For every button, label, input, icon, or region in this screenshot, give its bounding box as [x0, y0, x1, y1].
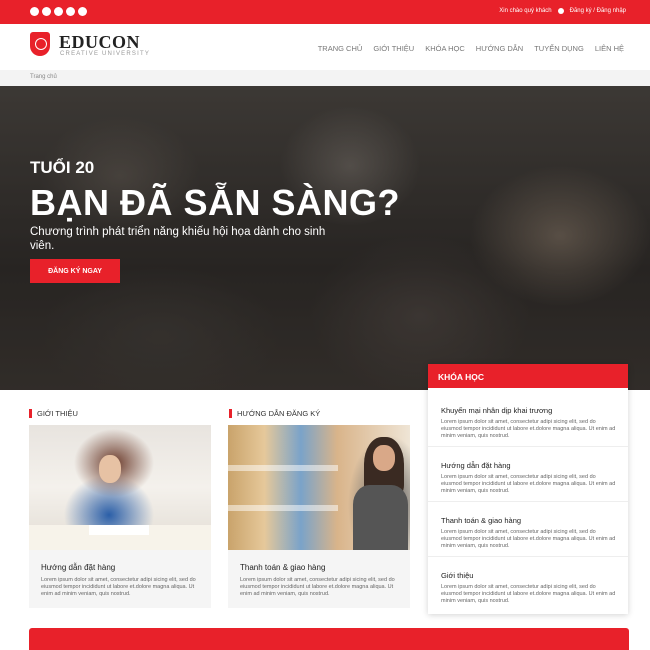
nav-item-about[interactable]: GIỚI THIỆU [373, 44, 414, 53]
logo-title[interactable]: EDUCON [59, 32, 140, 53]
face-shape [373, 445, 395, 471]
card-title[interactable]: Thanh toán & giao hàng [240, 563, 325, 572]
site-header: EDUCON CREATIVE UNIVERSITY TRANG CHỦ GIỚ… [0, 24, 650, 70]
courses-heading: KHÓA HỌC [428, 364, 628, 388]
shelf-shape [228, 465, 338, 471]
course-item[interactable]: Thanh toán & giao hàng Lorem ipsum dolor… [428, 502, 628, 557]
user-icon [557, 8, 564, 14]
nav-item-recruitment[interactable]: TUYỂN DỤNG [534, 44, 584, 53]
course-title[interactable]: Hướng dẫn đặt hàng [441, 461, 511, 470]
logo-subtitle: CREATIVE UNIVERSITY [60, 51, 151, 57]
hero-banner: TUỔI 20 BẠN ĐÃ SẴN SÀNG? Chương trình ph… [0, 86, 650, 390]
heading-accent-bar [229, 409, 232, 418]
course-text: Lorem ipsum dolor sit amet, consectetur … [441, 419, 616, 439]
intro-heading-text: GIỚI THIỆU [37, 409, 78, 418]
main-nav: TRANG CHỦ GIỚI THIỆU KHÓA HỌC HƯỚNG DẪN … [318, 44, 624, 53]
paper-shape [89, 525, 149, 535]
intro-section-heading: GIỚI THIỆU [29, 409, 78, 418]
breadcrumb: Trang chủ [0, 70, 650, 86]
card-payment-delivery[interactable]: Thanh toán & giao hàng Lorem ipsum dolor… [228, 425, 410, 608]
course-item[interactable]: Giới thiệu Lorem ipsum dolor sit amet, c… [428, 557, 628, 612]
course-text: Lorem ipsum dolor sit amet, consectetur … [441, 584, 616, 604]
breadcrumb-home[interactable]: Trang chủ [30, 74, 57, 80]
nav-item-guide[interactable]: HƯỚNG DẪN [476, 44, 523, 53]
greeting-text: Xin chào quý khách [499, 8, 552, 14]
face-shape [99, 455, 121, 483]
card-order-guide[interactable]: Hướng dẫn đặt hàng Lorem ipsum dolor sit… [29, 425, 211, 608]
course-title[interactable]: Thanh toán & giao hàng [441, 516, 521, 525]
account-links: Xin chào quý khách Đăng ký / Đăng nhập [499, 8, 626, 14]
nav-item-home[interactable]: TRANG CHỦ [318, 44, 363, 53]
student-studying-image [29, 425, 211, 550]
student-library-image [228, 425, 410, 550]
instagram-icon[interactable] [78, 7, 87, 16]
nav-item-contact[interactable]: LIÊN HỆ [595, 44, 624, 53]
promo-band [29, 628, 629, 650]
social-links [30, 7, 87, 16]
pinterest-icon[interactable] [66, 7, 75, 16]
shirt-shape [353, 485, 408, 550]
card-title[interactable]: Hướng dẫn đặt hàng [41, 563, 115, 572]
course-text: Lorem ipsum dolor sit amet, consectetur … [441, 529, 616, 549]
courses-panel: KHÓA HỌC Khuyến mại nhân dịp khai trương… [428, 364, 628, 614]
course-title[interactable]: Khuyến mại nhân dịp khai trương [441, 406, 552, 415]
shelf-shape [228, 505, 338, 511]
logo-shield-icon[interactable] [30, 32, 50, 56]
register-now-button[interactable]: ĐĂNG KÝ NGAY [30, 259, 120, 283]
google-plus-icon[interactable] [54, 7, 63, 16]
facebook-icon[interactable] [30, 7, 39, 16]
hero-description: Chương trình phát triển năng khiếu hội h… [30, 226, 326, 252]
heading-accent-bar [29, 409, 32, 418]
nav-item-courses[interactable]: KHÓA HỌC [425, 44, 465, 53]
course-title[interactable]: Giới thiệu [441, 571, 473, 580]
top-bar: Xin chào quý khách Đăng ký / Đăng nhập [0, 0, 650, 24]
course-text: Lorem ipsum dolor sit amet, consectetur … [441, 474, 616, 494]
hero-title: BẠN ĐÃ SẴN SÀNG? [30, 182, 401, 223]
card-text: Lorem ipsum dolor sit amet, consectetur … [240, 577, 395, 597]
twitter-icon[interactable] [42, 7, 51, 16]
guide-section-heading: HƯỚNG DẪN ĐĂNG KÝ [229, 409, 320, 418]
guide-heading-text: HƯỚNG DẪN ĐĂNG KÝ [237, 409, 321, 418]
login-link[interactable]: Đăng ký / Đăng nhập [570, 8, 626, 14]
card-text: Lorem ipsum dolor sit amet, consectetur … [41, 577, 196, 597]
hero-kicker: TUỔI 20 [30, 158, 95, 177]
course-item[interactable]: Khuyến mại nhân dịp khai trương Lorem ip… [428, 392, 628, 447]
course-item[interactable]: Hướng dẫn đặt hàng Lorem ipsum dolor sit… [428, 447, 628, 502]
